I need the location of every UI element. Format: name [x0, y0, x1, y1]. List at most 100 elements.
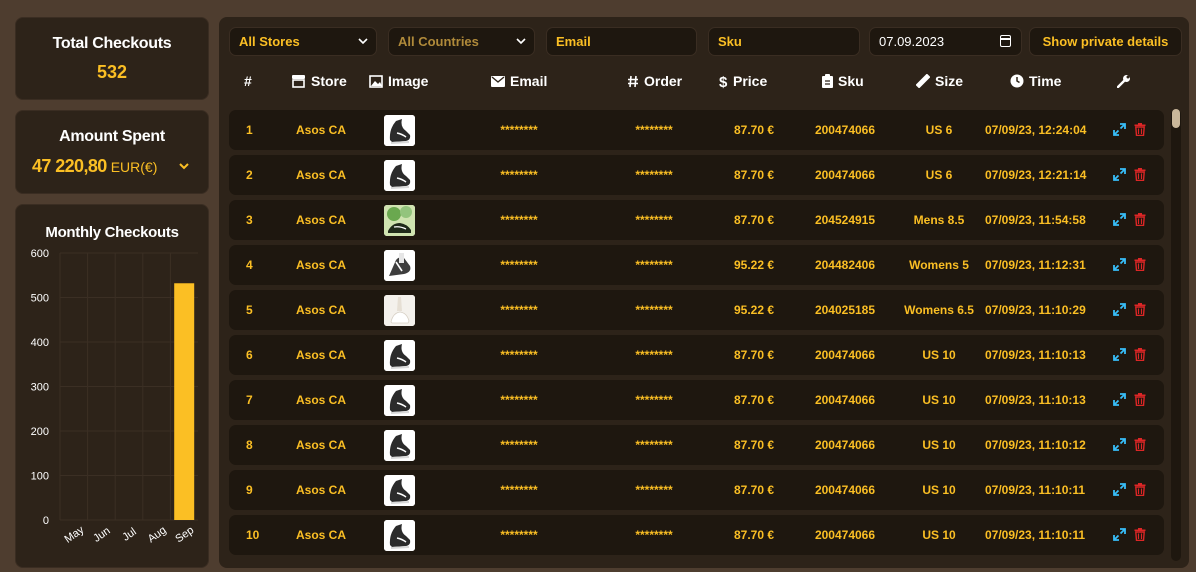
country-select-value: All Countries: [398, 34, 479, 49]
amount-spent-row: 47 220,80 EUR(€): [16, 156, 208, 177]
expand-icon[interactable]: [1113, 438, 1126, 456]
table-row[interactable]: 5 Asos CA ******** ******** 95.22 € 204025185…: [229, 290, 1164, 330]
table-row[interactable]: 2 Asos CA ******** ******** 87.70 € 200474066…: [229, 155, 1164, 195]
table-row[interactable]: 1 Asos CA ******** ******** 87.70 € 200474066…: [229, 110, 1164, 150]
trash-icon[interactable]: [1134, 123, 1146, 141]
product-thumbnail[interactable]: [384, 295, 415, 326]
column-header-image-label: Image: [388, 73, 429, 89]
amount-spent-label: Amount Spent: [59, 128, 165, 145]
row-store: Asos CA: [296, 213, 347, 227]
row-time: 07/09/23, 11:10:13: [985, 348, 1086, 362]
row-number: 9: [246, 483, 253, 497]
chevron-down-icon: [358, 38, 368, 45]
row-size: US 10: [922, 393, 956, 407]
trash-icon[interactable]: [1134, 168, 1146, 186]
column-header-image: Image: [369, 72, 428, 90]
chevron-down-icon[interactable]: [177, 160, 191, 174]
table-scrollbar[interactable]: [1171, 109, 1181, 561]
row-sku: 200474066: [814, 348, 876, 362]
scrollbar-thumb[interactable]: [1172, 109, 1180, 128]
row-price: 95.22 €: [733, 258, 775, 272]
envelope-icon: [491, 75, 505, 87]
expand-icon[interactable]: [1113, 168, 1126, 186]
product-thumbnail[interactable]: [384, 205, 415, 236]
row-size: US 6: [925, 123, 953, 137]
expand-icon[interactable]: [1113, 258, 1126, 276]
product-thumbnail[interactable]: [384, 340, 415, 371]
expand-icon[interactable]: [1113, 213, 1126, 231]
product-thumbnail[interactable]: [384, 520, 415, 551]
chart-x-tick-label: Jul: [120, 526, 138, 544]
table-row[interactable]: 8 Asos CA ******** ******** 87.70 € 200474066…: [229, 425, 1164, 465]
product-thumbnail[interactable]: [384, 250, 415, 281]
row-actions: [1113, 393, 1146, 411]
date-input[interactable]: 07.09.2023: [869, 27, 1022, 56]
row-order: ********: [635, 258, 673, 272]
row-number: 8: [246, 438, 253, 452]
expand-icon[interactable]: [1113, 348, 1126, 366]
product-thumbnail[interactable]: [384, 430, 415, 461]
table-row[interactable]: 9 Asos CA ******** ******** 87.70 € 200474066…: [229, 470, 1164, 510]
total-checkouts-value: 532: [96, 62, 128, 82]
expand-icon[interactable]: [1113, 393, 1126, 411]
row-time: 07/09/23, 11:10:11: [985, 528, 1086, 542]
row-order: ********: [635, 168, 673, 182]
expand-icon[interactable]: [1113, 528, 1126, 546]
image-icon: [369, 74, 383, 88]
row-actions: [1113, 258, 1146, 276]
row-actions: [1113, 168, 1146, 186]
row-number: 6: [246, 348, 253, 362]
column-header-actions: [1117, 72, 1136, 90]
monthly-checkouts-chart: 0 100 200 300 400 500 600 May Jun Jul Aug Sep: [31, 248, 198, 546]
sku-input[interactable]: Sku: [708, 27, 860, 56]
trash-icon[interactable]: [1134, 393, 1146, 411]
calendar-icon[interactable]: [1000, 35, 1011, 47]
row-time: 07/09/23, 12:21:14: [985, 168, 1087, 182]
table-row[interactable]: 7 Asos CA ******** ******** 87.70 € 200474066…: [229, 380, 1164, 420]
table-row[interactable]: 10 Asos CA ******** ******** 87.70 € 20047406…: [229, 515, 1164, 555]
total-checkouts-card: Total Checkouts 532: [15, 17, 209, 100]
trash-icon[interactable]: [1134, 213, 1146, 231]
row-order: ********: [635, 483, 673, 497]
store-select[interactable]: All Stores: [229, 27, 377, 56]
row-number: 3: [246, 213, 253, 227]
country-select[interactable]: All Countries: [388, 27, 535, 56]
trash-icon[interactable]: [1134, 438, 1146, 456]
column-header-sku-label: Sku: [838, 73, 864, 89]
trash-icon[interactable]: [1134, 483, 1146, 501]
column-header-price-label: Price: [733, 73, 768, 89]
trash-icon[interactable]: [1134, 258, 1146, 276]
column-header-sku: Sku: [822, 72, 864, 90]
row-number: 7: [246, 393, 253, 407]
table-row[interactable]: 6 Asos CA ******** ******** 87.70 € 200474066…: [229, 335, 1164, 375]
show-private-details-button[interactable]: Show private details: [1029, 27, 1182, 56]
table-row[interactable]: 3 Asos CA ******** ******** 87.70 € 204524915…: [229, 200, 1164, 240]
row-email: ********: [500, 393, 538, 407]
row-store: Asos CA: [296, 438, 347, 452]
column-header-email-label: Email: [510, 73, 548, 89]
row-actions: [1113, 303, 1146, 321]
row-actions: [1113, 123, 1146, 141]
chart-bar-sep[interactable]: [174, 283, 195, 520]
product-thumbnail[interactable]: [384, 160, 415, 191]
trash-icon[interactable]: [1134, 303, 1146, 321]
product-thumbnail[interactable]: [384, 385, 415, 416]
row-time: 07/09/23, 11:10:11: [985, 483, 1086, 497]
row-price: 87.70 €: [733, 213, 775, 227]
row-number: 1: [246, 123, 253, 137]
table-row[interactable]: 4 Asos CA ******** ******** 95.22 € 204482406…: [229, 245, 1164, 285]
hash-icon: [628, 75, 638, 87]
expand-icon[interactable]: [1113, 483, 1126, 501]
amount-spent-card: Amount Spent 47 220,80 EUR(€): [15, 110, 209, 194]
trash-icon[interactable]: [1134, 348, 1146, 366]
expand-icon[interactable]: [1113, 123, 1126, 141]
email-input[interactable]: Email: [546, 27, 697, 56]
product-thumbnail[interactable]: [384, 115, 415, 146]
currency-selector[interactable]: EUR(€): [111, 159, 158, 175]
clipboard-icon: [822, 74, 833, 88]
trash-icon[interactable]: [1134, 528, 1146, 546]
row-number: 4: [246, 258, 253, 272]
expand-icon[interactable]: [1113, 303, 1126, 321]
product-thumbnail[interactable]: [384, 475, 415, 506]
chart-y-tick-label: 400: [31, 337, 49, 349]
